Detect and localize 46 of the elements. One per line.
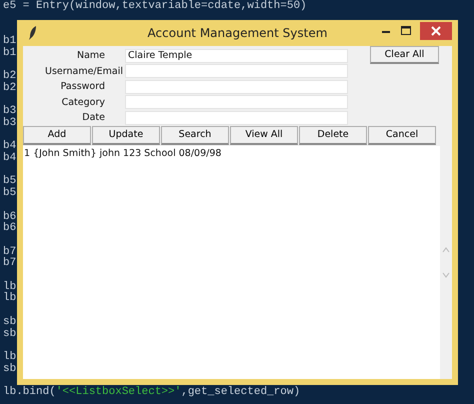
code-line: lb — [3, 352, 16, 363]
action-button[interactable]: View All — [230, 126, 298, 144]
action-button[interactable]: Search — [161, 126, 229, 144]
code-line: b1 — [3, 48, 16, 60]
input-field[interactable]: Claire Temple — [125, 48, 348, 63]
code-line: b7 — [3, 246, 16, 258]
scroll-up-icon[interactable] — [442, 246, 450, 253]
clear-all-button[interactable]: Clear All — [370, 46, 439, 64]
code-line: b7 — [3, 258, 16, 270]
code-line: sb — [3, 316, 16, 328]
code-line: b3 — [3, 118, 16, 130]
input-field[interactable] — [125, 64, 348, 78]
input-field[interactable] — [125, 80, 348, 94]
field-label: Password — [60, 81, 106, 92]
code-line: b4 — [3, 141, 16, 152]
action-button[interactable]: Delete — [299, 126, 367, 144]
list-item[interactable]: 1 {John Smith} john 123 School 08/09/98 — [24, 148, 222, 158]
code-line: b6 — [3, 223, 16, 235]
window-title: Account Management System — [148, 26, 328, 40]
close-icon[interactable] — [420, 22, 452, 40]
code-line: b4 — [3, 153, 16, 165]
code-line: b2 — [3, 71, 16, 82]
code-line: e5 = Entry(window,textvariable=cdate,width=50) — [3, 1, 307, 13]
input-field[interactable] — [125, 110, 348, 125]
listbox[interactable]: 1 {John Smith} john 123 School 08/09/98 — [23, 146, 440, 379]
field-label: Date — [81, 112, 106, 124]
field-label: Category — [60, 96, 106, 108]
code-line: lb — [3, 282, 16, 293]
action-button[interactable]: Update — [92, 126, 160, 144]
input-field[interactable] — [125, 95, 348, 110]
code-line: b2 — [3, 82, 16, 95]
scroll-down-icon[interactable] — [442, 272, 450, 278]
code-line: b1 — [3, 36, 16, 48]
code-line: b5 — [3, 176, 16, 188]
code-line: sb — [3, 364, 16, 376]
code-line: b3 — [3, 106, 16, 118]
code-line: b5 — [3, 188, 16, 200]
action-button[interactable]: Add — [23, 126, 91, 144]
field-label: Name — [76, 50, 106, 62]
code-line: sb — [3, 328, 16, 340]
feather-icon — [29, 26, 37, 40]
code-line: lb — [3, 293, 16, 306]
code-line: b6 — [3, 212, 16, 223]
action-button[interactable]: Cancel — [368, 126, 436, 144]
code-line: lb.bind('<<ListboxSelect>>',get_selected_row) — [3, 387, 300, 399]
field-label: Username/Email — [44, 66, 124, 77]
